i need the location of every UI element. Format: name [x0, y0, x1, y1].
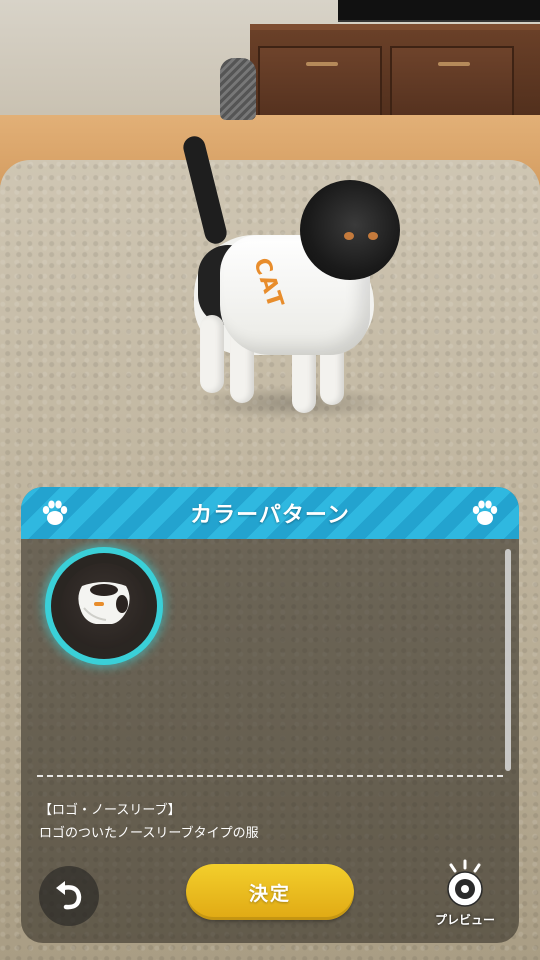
item-slot-inner [61, 563, 147, 649]
cat-tail [181, 133, 229, 247]
item-description: ロゴのついたノースリーブタイプの服 [39, 826, 259, 841]
confirm-button[interactable]: 決定 [186, 864, 354, 920]
paw-icon [469, 497, 501, 529]
paw-icon [39, 497, 71, 529]
cat-head [300, 180, 400, 280]
cabinet-door [258, 46, 382, 124]
cat-leg [200, 315, 224, 393]
item-name: 【ロゴ・ノースリーブ】 [39, 803, 181, 818]
dashed-divider [37, 775, 503, 777]
scrollbar-thumb[interactable] [505, 549, 511, 771]
cushion [220, 58, 256, 120]
item-slot-logo-sleeveless[interactable] [51, 553, 157, 659]
item-list [21, 539, 519, 771]
kitten[interactable]: CAT [180, 133, 410, 425]
panel-header: カラーパターン [21, 487, 519, 539]
tv [338, 0, 540, 22]
back-button[interactable] [39, 866, 99, 926]
preview-label: プレビュー [434, 913, 495, 927]
undo-arrow-icon [56, 881, 82, 910]
scrollbar[interactable] [505, 549, 511, 771]
cat-eye [368, 232, 378, 240]
shirt-logo: CAT [248, 255, 289, 313]
preview-button[interactable]: プレビュー [425, 859, 505, 933]
confirm-label: 決定 [248, 882, 291, 905]
cat-eye [344, 232, 354, 240]
panel-title: カラーパターン [190, 503, 350, 528]
sleeveless-shirt-icon [78, 582, 130, 624]
game-screen: CAT カラーパターン 【ロゴ・ノースリーブ】 ロゴのついたノースリーブタイプの… [0, 0, 540, 960]
eye-icon [447, 859, 483, 907]
cabinet-door [390, 46, 514, 124]
color-pattern-panel: カラーパターン 【ロゴ・ノースリーブ】 ロゴのついたノースリーブタイプの服 決定… [21, 487, 519, 943]
